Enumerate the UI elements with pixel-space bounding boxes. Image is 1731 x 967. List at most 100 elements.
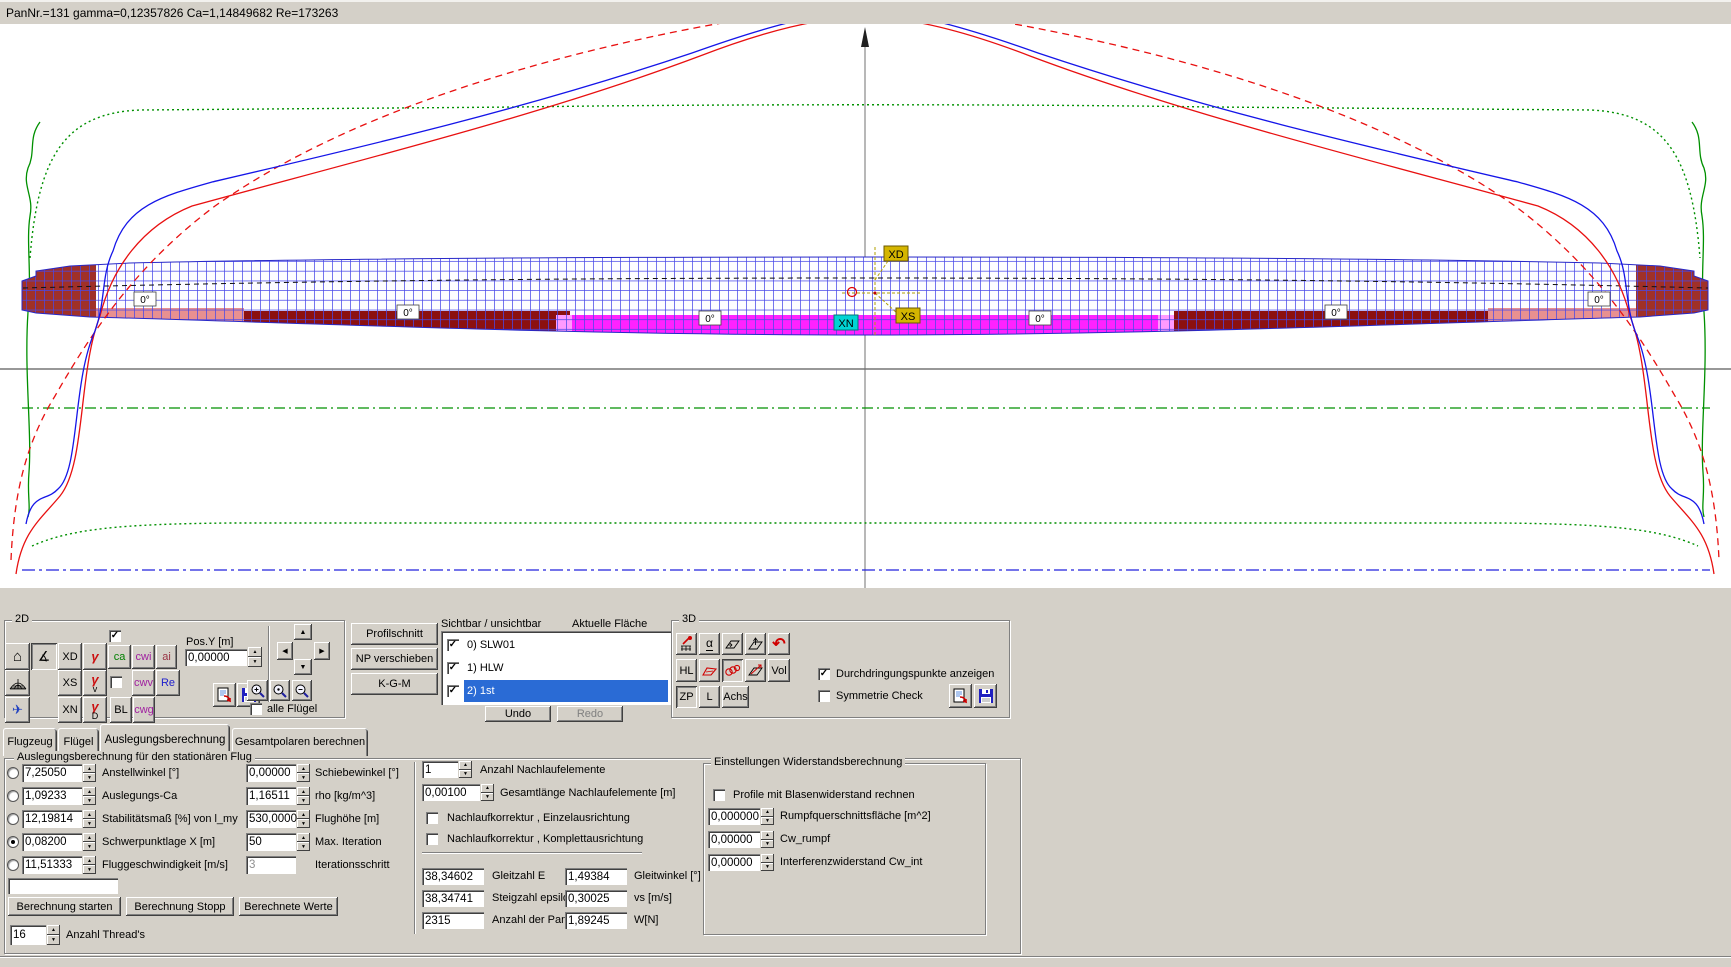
fluggeschwindigkeit-field[interactable]: 11,51333 (22, 856, 82, 874)
stabilitaetsmass-spinner[interactable]: ▲ ▼ (83, 810, 96, 828)
copy-3d-button[interactable] (949, 684, 972, 708)
cwv-checkbox[interactable] (110, 676, 122, 688)
panel-normal-button[interactable] (745, 633, 766, 655)
xd-button[interactable]: XD (58, 643, 82, 670)
fluggeschwindigkeit-spinner[interactable]: ▲ ▼ (83, 856, 96, 874)
cwg-button[interactable]: cwg (133, 697, 155, 723)
alpha-view-button[interactable]: α (699, 633, 720, 655)
radio-stabilitaetsmass[interactable] (7, 813, 19, 825)
rho-spinner[interactable]: ▲ ▼ (297, 787, 310, 805)
achs-button[interactable]: Achs (722, 686, 749, 708)
gesamtlaenge-field[interactable]: 0,00100 (422, 784, 480, 801)
cwv-button[interactable]: cwv (132, 670, 155, 696)
copy-2d-button[interactable] (213, 683, 236, 707)
alle-fluegel-checkbox[interactable] (250, 703, 262, 715)
auslegungs-ca-field[interactable]: 1,09233 (22, 787, 82, 805)
pan-right-button[interactable]: ▶ (314, 642, 330, 660)
threads-field[interactable]: 16 (10, 925, 46, 945)
gamma-v-button[interactable]: γv (83, 670, 107, 696)
pan-left-button[interactable]: ◀ (277, 642, 293, 660)
spinner-down-icon[interactable]: ▼ (248, 657, 262, 667)
blasenwiderstand-checkbox[interactable] (713, 789, 725, 801)
anstellwinkel-field[interactable]: 7,25050 (22, 764, 82, 782)
surface-listbox[interactable]: ✓ 0) SLW01 ✓ 1) HLW ✓ 2) 1st (441, 631, 672, 705)
list-item-selected[interactable]: ✓ 2) 1st (443, 680, 670, 702)
kgm-button[interactable]: K-G-M (351, 673, 438, 695)
gamma-d-button[interactable]: γD (83, 697, 107, 723)
max-iteration-field[interactable]: 50 (246, 833, 296, 851)
nachlaufelemente-spinner[interactable]: ▲ ▼ (459, 761, 472, 778)
stabilitaetsmass-field[interactable]: 12,19814 (22, 810, 82, 828)
vortex-spiral-button[interactable] (722, 659, 743, 682)
vol-button[interactable]: Vol (768, 659, 790, 682)
nachlaufelemente-field[interactable]: 1 (422, 761, 458, 778)
cw-rumpf-field[interactable]: 0,00000 (708, 831, 760, 848)
berechnung-stopp-button[interactable]: Berechnung Stopp (126, 897, 234, 916)
max-iteration-spinner[interactable]: ▲ ▼ (297, 833, 310, 851)
rumpfquerschnitt-spinner[interactable]: ▲ ▼ (761, 808, 774, 825)
redo-button[interactable]: Redo (557, 706, 623, 722)
rho-field[interactable]: 1,16511 (246, 787, 296, 805)
berechnete-werte-button[interactable]: Berechnete Werte (239, 897, 338, 916)
rumpfquerschnitt-field[interactable]: 0,000000 (708, 808, 760, 825)
panel-edit-button[interactable] (745, 659, 766, 682)
angle-view-button[interactable]: ∡ (31, 643, 57, 670)
ca-button[interactable]: ca (108, 645, 131, 669)
re-button[interactable]: Re (156, 670, 180, 696)
radio-fluggeschwindigkeit[interactable] (7, 859, 19, 871)
pan-up-button[interactable]: ▲ (294, 624, 312, 640)
reset-view-button[interactable]: ↶ (768, 633, 790, 655)
einzelausrichtung-checkbox[interactable] (426, 812, 438, 824)
radio-schwerpunktlage[interactable] (7, 836, 19, 848)
cw-rumpf-spinner[interactable]: ▲ ▼ (761, 831, 774, 848)
zoom-window-button[interactable] (270, 680, 290, 701)
xn-button[interactable]: XN (58, 697, 82, 723)
panel-red-button[interactable] (699, 659, 720, 682)
komplettausrichtung-checkbox[interactable] (426, 833, 438, 845)
pan-down-button[interactable]: ▼ (294, 659, 312, 675)
radio-auslegungs-ca[interactable] (7, 790, 19, 802)
list-item[interactable]: ✓ 1) HLW (443, 657, 670, 679)
aircraft-view-button[interactable]: ✈ (5, 697, 30, 723)
flughoehe-field[interactable]: 530,00000 (246, 810, 303, 828)
profilschnitt-button[interactable]: Profilschnitt (351, 623, 438, 645)
auslegungs-ca-spinner[interactable]: ▲ ▼ (83, 787, 96, 805)
panel-skew-button[interactable] (722, 633, 743, 655)
surface-visible-checkbox[interactable]: ✓ (447, 662, 459, 674)
schwerpunktlage-field[interactable]: 0,08200 (22, 833, 82, 851)
spinner-up-icon[interactable]: ▲ (248, 647, 262, 657)
bl-button[interactable]: BL (110, 697, 132, 723)
xs-button[interactable]: XS (58, 670, 82, 696)
l-button[interactable]: L (699, 686, 720, 708)
anstellwinkel-spinner[interactable]: ▲ ▼ (83, 764, 96, 782)
gamma-button[interactable]: γ (83, 643, 107, 670)
threads-spinner[interactable]: ▲ ▼ (47, 925, 60, 945)
radio-anstellwinkel[interactable] (7, 767, 19, 779)
list-item[interactable]: ✓ 0) SLW01 (443, 634, 670, 656)
hl-button[interactable]: HL (676, 659, 697, 682)
cw-int-spinner[interactable]: ▲ ▼ (761, 854, 774, 871)
gamma-display-checkbox[interactable]: ✓ (109, 630, 121, 642)
flughoehe-spinner[interactable]: ▲ ▼ (297, 810, 310, 828)
zp-button[interactable]: ZP (676, 686, 697, 708)
surface-visible-checkbox[interactable]: ✓ (447, 685, 459, 697)
save-3d-button[interactable] (974, 684, 997, 708)
zoom-out-button[interactable] (292, 680, 312, 701)
np-verschieben-button[interactable]: NP verschieben (351, 648, 438, 670)
berechnung-starten-button[interactable]: Berechnung starten (8, 897, 121, 916)
planform-view-button[interactable]: ⌂ (5, 643, 30, 670)
schiebewinkel-spinner[interactable]: ▲ ▼ (297, 764, 310, 782)
schwerpunktlage-spinner[interactable]: ▲ ▼ (83, 833, 96, 851)
zoom-in-button[interactable] (247, 680, 268, 701)
schiebewinkel-field[interactable]: 0,00000 (246, 764, 296, 782)
wing-plot-canvas[interactable]: 0° 0° 0° 0° 0° 0° XD XS XN (0, 0, 1731, 588)
gesamtlaenge-spinner[interactable]: ▲ ▼ (481, 784, 494, 801)
panel-paint-button[interactable] (676, 633, 697, 655)
durchdringung-checkbox[interactable]: ✓ (818, 668, 830, 680)
ai-button[interactable]: ai (156, 645, 177, 669)
cw-int-field[interactable]: 0,00000 (708, 854, 760, 871)
pos-y-spinner[interactable]: ▲ ▼ (248, 647, 262, 667)
mesh-view-button[interactable] (5, 670, 30, 696)
cwi-button[interactable]: cwi (132, 645, 155, 669)
undo-button[interactable]: Undo (485, 706, 551, 722)
